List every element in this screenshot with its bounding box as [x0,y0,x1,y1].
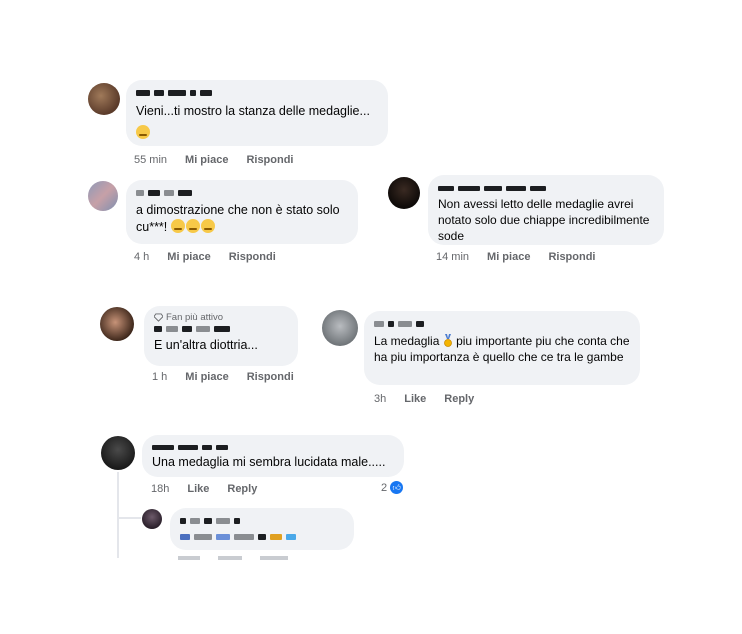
comment-text-body: a dimostrazione che non è stato solo cu*… [136,203,340,234]
like-button[interactable]: Like [404,393,426,405]
smiley-icon [170,219,185,233]
medal-icon [443,334,452,347]
smiley-icon [200,219,215,233]
avatar[interactable] [100,307,134,341]
author-name[interactable] [152,441,394,453]
comment-time[interactable]: 4 h [134,251,149,263]
top-fan-badge: Fan più attivo [154,312,288,323]
comment-time[interactable]: 3h [374,393,386,405]
comment-time[interactable]: 14 min [436,251,469,263]
comment-time[interactable]: 18h [151,483,169,495]
thread-line [117,472,119,558]
diamond-icon [154,313,163,322]
comment-text: a dimostrazione che non è stato solo cu*… [136,202,348,236]
reply-actions-cropped [178,556,288,560]
comment-bubble: La medaglia piu importante piu che conta… [364,311,640,385]
comment-time[interactable]: 1 h [152,371,167,383]
thread-line [117,517,141,519]
comment-text: La medaglia piu importante piu che conta… [374,333,630,365]
reply-button[interactable]: Rispondi [229,251,276,263]
avatar[interactable] [388,177,420,209]
comment-text: Vieni...ti mostro la stanza delle medagl… [136,104,370,118]
comment-bubble: Una medaglia mi sembra lucidata male....… [142,435,404,477]
comment-bubble: a dimostrazione che non è stato solo cu*… [126,180,358,244]
author-name[interactable] [180,515,344,527]
avatar[interactable] [142,509,162,529]
comment-bubble: Fan più attivo E un'altra diottria... [144,306,298,366]
comment-text: E un'altra diottria... [154,338,258,352]
comment-text-part: La medaglia [374,334,440,348]
like-button[interactable]: Mi piace [185,154,228,166]
reply-text [180,531,344,543]
comment-actions: 18h Like Reply [151,483,257,495]
reply-bubble [170,508,354,550]
comment-bubble: Non avessi letto delle medaglie avrei no… [428,175,664,245]
author-name[interactable] [154,323,288,335]
comment-time[interactable]: 55 min [134,154,167,166]
like-button[interactable]: Mi piace [167,251,210,263]
like-button[interactable]: Mi piace [487,251,530,263]
comment-actions: 3h Like Reply [374,393,474,405]
author-name[interactable] [136,187,348,199]
avatar[interactable] [88,83,120,115]
reply-button[interactable]: Rispondi [548,251,595,263]
thumbs-up-icon: 👍︎ [390,481,404,494]
smiley-icon [185,219,200,233]
like-button[interactable]: Mi piace [185,371,228,383]
comment-actions: 55 min Mi piace Rispondi [134,154,294,166]
avatar[interactable] [322,310,358,346]
author-name[interactable] [374,318,630,330]
author-name[interactable] [438,182,654,194]
avatar[interactable] [88,181,118,211]
like-button[interactable]: Like [187,483,209,495]
comment-text: Non avessi letto delle medaglie avrei no… [438,197,650,243]
smiley-icon [136,125,150,139]
reply-button[interactable]: Rispondi [247,371,294,383]
author-name[interactable] [136,87,378,99]
comment-actions: 4 h Mi piace Rispondi [134,251,276,263]
comment-bubble: Vieni...ti mostro la stanza delle medagl… [126,80,388,146]
reaction-count[interactable]: 2 👍︎ [381,481,404,494]
comment-text: Una medaglia mi sembra lucidata male....… [152,455,386,469]
badge-label: Fan più attivo [166,312,224,323]
reaction-count-value: 2 [381,481,388,494]
comment-actions: 1 h Mi piace Rispondi [152,371,294,383]
reply-button[interactable]: Reply [227,483,257,495]
comment-actions: 14 min Mi piace Rispondi [436,251,596,263]
reply-button[interactable]: Rispondi [246,154,293,166]
reply-button[interactable]: Reply [444,393,474,405]
avatar[interactable] [101,436,135,470]
